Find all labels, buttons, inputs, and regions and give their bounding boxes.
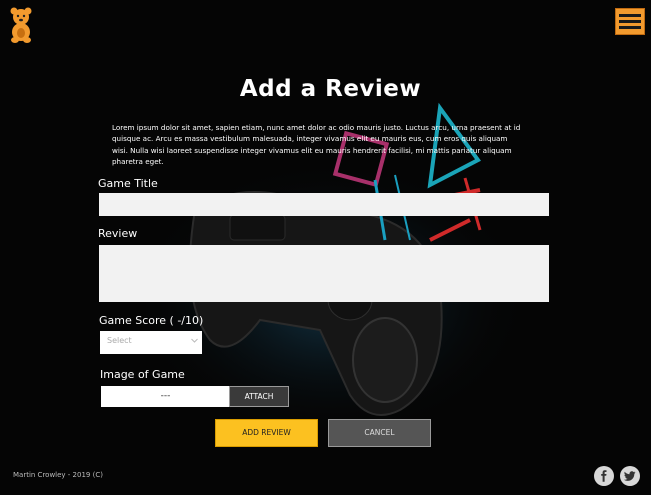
chevron-down-icon [191, 338, 198, 343]
intro-text: Lorem ipsum dolor sit amet, sapien etiam… [112, 123, 521, 166]
image-of-game-label: Image of Game [100, 368, 185, 381]
game-title-input[interactable] [99, 193, 549, 216]
cancel-button[interactable]: CANCEL [328, 419, 431, 447]
page-title: Add a Review [239, 76, 422, 102]
game-score-label: Game Score ( -/10) [99, 314, 204, 327]
game-score-selected-value: Select [107, 336, 132, 345]
game-title-label: Game Title [98, 177, 158, 190]
file-name-field[interactable]: --- [101, 386, 230, 407]
twitter-button[interactable] [620, 466, 640, 486]
review-textarea[interactable] [99, 245, 549, 302]
facebook-button[interactable] [594, 466, 614, 486]
hamburger-menu-icon [619, 14, 641, 17]
hamburger-menu-button[interactable] [615, 8, 645, 35]
attach-button[interactable]: ATTACH [229, 386, 289, 407]
add-review-button[interactable]: ADD REVIEW [215, 419, 318, 447]
game-score-select[interactable]: Select [100, 331, 202, 354]
facebook-icon [601, 470, 607, 482]
review-label: Review [98, 227, 138, 240]
twitter-icon [624, 471, 636, 481]
bear-logo-icon[interactable] [10, 7, 32, 43]
footer-copyright: Martin Crowley - 2019 (C) [13, 471, 103, 479]
